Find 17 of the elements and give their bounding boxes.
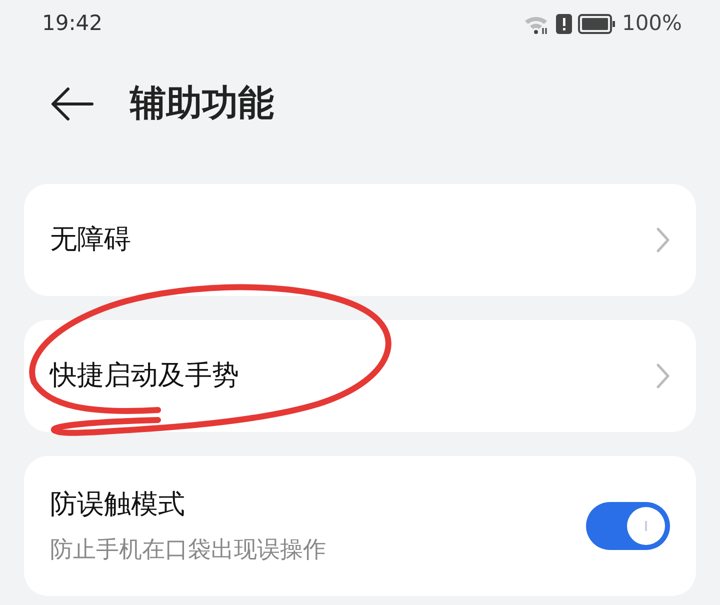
settings-item[interactable]: 快捷启动及手势 (24, 320, 696, 432)
settings-item[interactable]: 无障碍 (24, 184, 696, 296)
page-title: 辅助功能 (130, 82, 274, 126)
chevron-right-icon (656, 227, 670, 253)
chevron-right-icon (656, 363, 670, 389)
item-title: 防误触模式 (50, 488, 186, 522)
item-title: 无障碍 (50, 222, 131, 257)
item-title: 快捷启动及手势 (50, 358, 239, 393)
status-time: 19:42 (42, 10, 103, 38)
toggle-switch[interactable] (586, 502, 670, 550)
back-arrow-icon[interactable] (50, 87, 94, 121)
battery-percent: 100% (622, 10, 682, 38)
wifi-icon (524, 14, 550, 34)
item-subtitle: 防止手机在口袋出现误操作 (50, 536, 326, 565)
settings-item[interactable]: 防误触模式 防止手机在口袋出现误操作 (24, 456, 696, 596)
battery-icon (578, 14, 616, 34)
alert-icon (556, 14, 572, 34)
